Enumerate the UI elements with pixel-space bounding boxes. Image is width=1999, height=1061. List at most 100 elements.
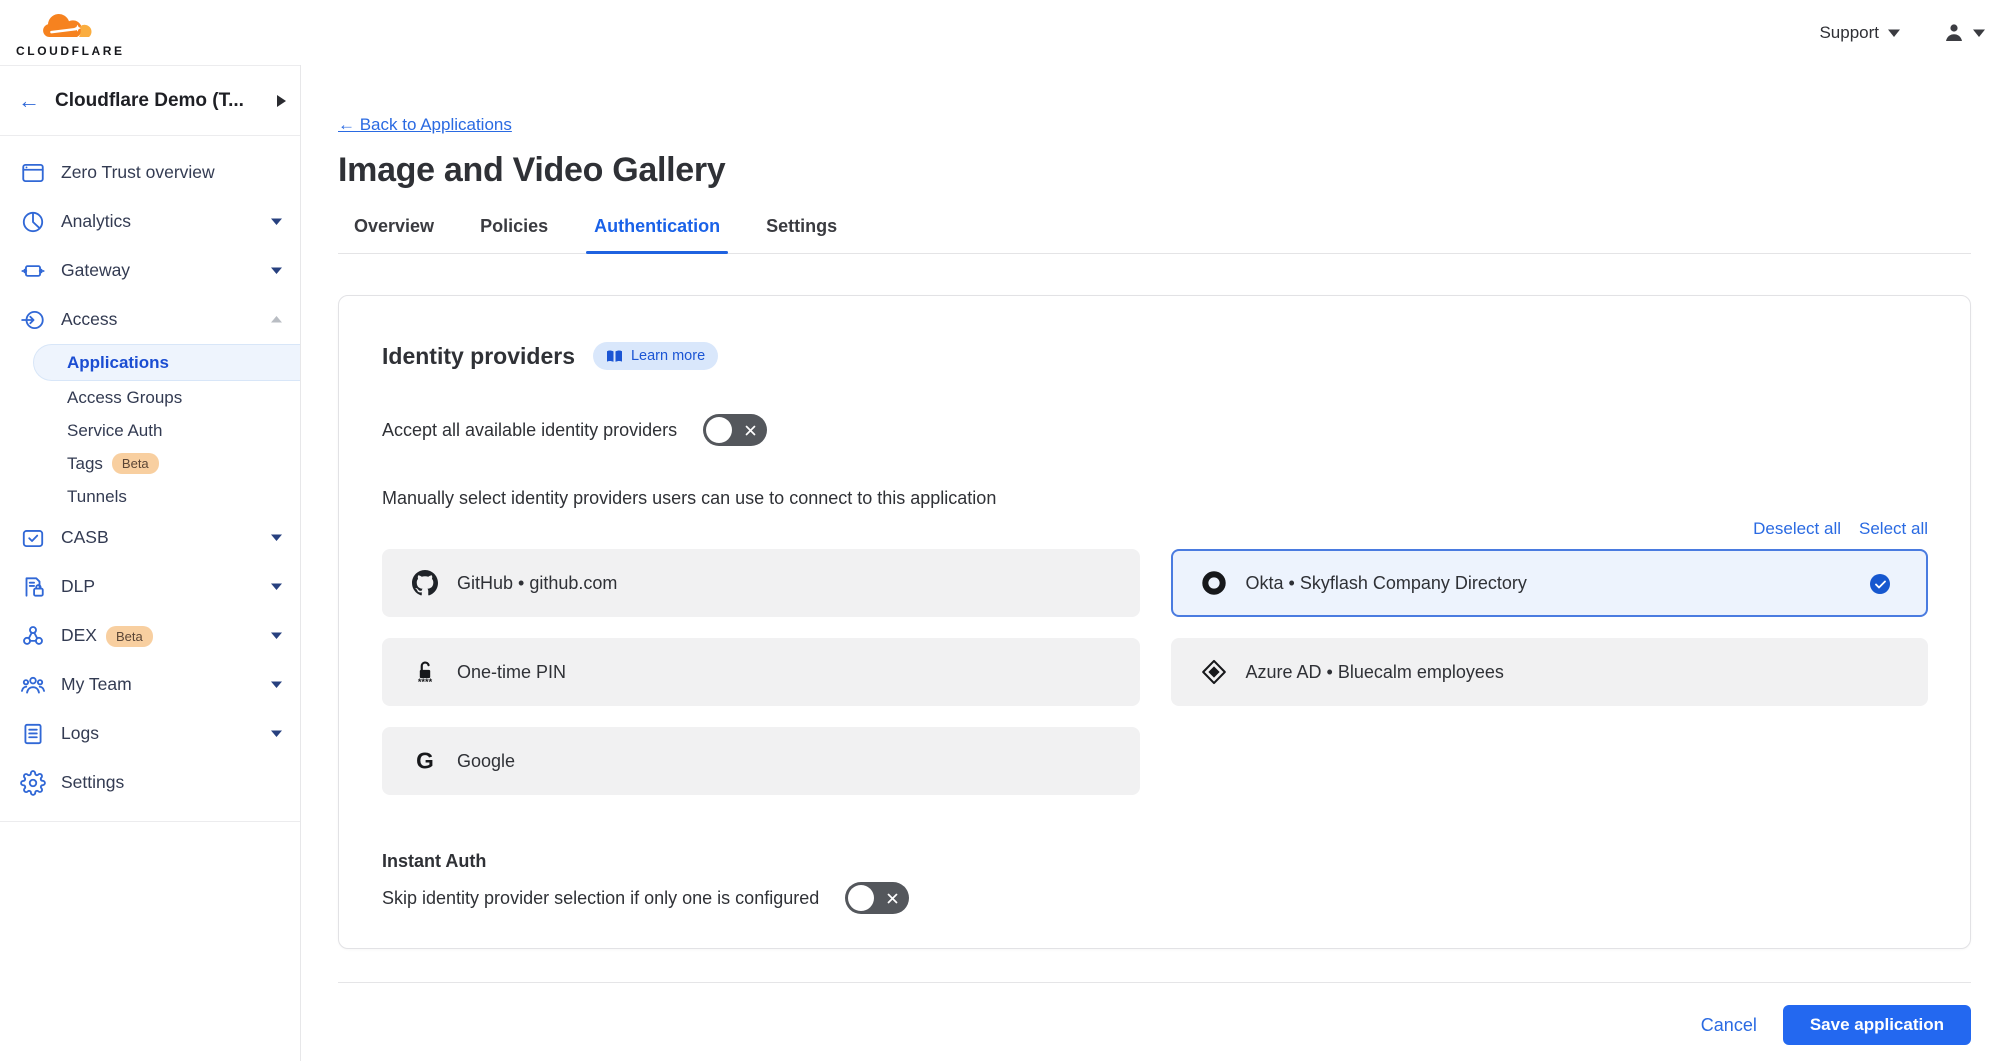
- back-arrow-icon[interactable]: ←: [18, 90, 40, 112]
- instant-auth-label: Skip identity provider selection if only…: [382, 888, 819, 909]
- sidebar-item-applications[interactable]: Applications: [33, 344, 300, 381]
- casb-icon: [20, 525, 46, 551]
- chevron-down-icon: [1973, 29, 1985, 37]
- sidebar-item-access[interactable]: Access: [0, 295, 300, 344]
- user-menu[interactable]: [1944, 23, 1985, 42]
- provider-tile-okta-skyflash-company-directory[interactable]: Okta • Skyflash Company Directory: [1171, 549, 1929, 617]
- x-icon: [886, 892, 899, 905]
- chevron-right-icon[interactable]: [277, 95, 286, 107]
- sidebar-item-casb[interactable]: CASB: [0, 513, 300, 562]
- sidebar-item-analytics[interactable]: Analytics: [0, 197, 300, 246]
- sidebar-item-tunnels[interactable]: Tunnels: [0, 480, 300, 513]
- select-all-link[interactable]: Select all: [1859, 519, 1928, 539]
- tab-settings[interactable]: Settings: [758, 216, 845, 253]
- gateway-icon: [20, 258, 46, 284]
- sidebar-item-my-team[interactable]: My Team: [0, 660, 300, 709]
- login-arrow-icon: [20, 307, 46, 333]
- shell: ← Cloudflare Demo (T... Zero Trust overv…: [0, 65, 1999, 1061]
- cloudflare-cloud-icon: [39, 12, 101, 45]
- sidebar-item-label: Logs: [61, 723, 256, 744]
- account-switcher: ← Cloudflare Demo (T...: [0, 65, 300, 136]
- footer-actions: Cancel Save application: [338, 1005, 1971, 1045]
- divider: [338, 982, 1971, 983]
- beta-badge: Beta: [106, 626, 153, 647]
- provider-tile-one-time-pin[interactable]: ****One-time PIN: [382, 638, 1140, 706]
- instant-auth-toggle[interactable]: [845, 882, 909, 914]
- sidebar-item-logs[interactable]: Logs: [0, 709, 300, 758]
- sidebar-item-label: DLP: [61, 576, 256, 597]
- sidebar-item-gateway[interactable]: Gateway: [0, 246, 300, 295]
- sidebar-item-dex[interactable]: DEXBeta: [0, 611, 300, 660]
- support-label: Support: [1819, 23, 1879, 43]
- chevron-down-icon: [271, 681, 282, 688]
- sidebar-item-label: My Team: [61, 674, 256, 695]
- identity-providers-card: Identity providers Learn more Accept all…: [338, 295, 1971, 949]
- svg-text:****: ****: [418, 677, 433, 685]
- topbar-right: Support: [1819, 23, 1985, 43]
- sidebar-item-dlp[interactable]: DLP: [0, 562, 300, 611]
- card-heading-row: Identity providers Learn more: [382, 342, 1928, 370]
- provider-tile-google[interactable]: G Google: [382, 727, 1140, 795]
- dlp-lock-icon: [20, 574, 46, 600]
- sidebar-item-label: Applications: [67, 353, 169, 373]
- save-application-button[interactable]: Save application: [1783, 1005, 1971, 1045]
- provider-tile-github-github-com[interactable]: GitHub • github.com: [382, 549, 1140, 617]
- sidebar: ← Cloudflare Demo (T... Zero Trust overv…: [0, 65, 301, 1061]
- sidebar-item-label: CASB: [61, 527, 256, 548]
- card-heading: Identity providers: [382, 343, 575, 370]
- pie-chart-icon: [20, 209, 46, 235]
- accept-all-row: Accept all available identity providers: [382, 414, 1928, 446]
- tab-authentication[interactable]: Authentication: [586, 216, 728, 253]
- chevron-down-icon: [271, 730, 282, 737]
- provider-grid: GitHub • github.com Okta • Skyflash Compa…: [382, 549, 1928, 795]
- deselect-all-link[interactable]: Deselect all: [1753, 519, 1841, 539]
- team-icon: [20, 672, 46, 698]
- check-icon: [1870, 574, 1890, 594]
- cancel-button[interactable]: Cancel: [1701, 1015, 1757, 1036]
- learn-more-badge[interactable]: Learn more: [593, 342, 718, 370]
- sidebar-item-label: Access Groups: [67, 388, 182, 408]
- lock-pin-icon: ****: [412, 659, 438, 685]
- chevron-down-icon: [271, 218, 282, 225]
- sidebar-item-label: DEXBeta: [61, 625, 256, 646]
- instant-auth-row: Skip identity provider selection if only…: [382, 882, 1928, 914]
- provider-tile-azure-ad-bluecalm-employees[interactable]: Azure AD • Bluecalm employees: [1171, 638, 1929, 706]
- logs-icon: [20, 721, 46, 747]
- provider-label: Okta • Skyflash Company Directory: [1246, 573, 1527, 594]
- topbar: CLOUDFLARE Support: [0, 0, 1999, 65]
- chevron-down-icon: [1888, 29, 1900, 37]
- chevron-down-icon: [271, 632, 282, 639]
- window-icon: [20, 160, 46, 186]
- back-to-applications-link[interactable]: ← Back to Applications: [338, 115, 512, 135]
- sidebar-item-settings[interactable]: Settings: [0, 758, 300, 807]
- page-title: Image and Video Gallery: [338, 151, 1971, 190]
- provider-label: GitHub • github.com: [457, 573, 617, 594]
- sidebar-item-zero-trust-overview[interactable]: Zero Trust overview: [0, 148, 300, 197]
- sidebar-item-service-auth[interactable]: Service Auth: [0, 414, 300, 447]
- github-icon: [412, 570, 438, 596]
- sidebar-item-tags[interactable]: TagsBeta: [0, 447, 300, 480]
- azure-ad-icon: [1201, 659, 1227, 685]
- okta-icon: [1201, 570, 1227, 596]
- support-menu[interactable]: Support: [1819, 23, 1900, 43]
- svg-text:G: G: [416, 748, 434, 774]
- sidebar-item-label: Analytics: [61, 211, 256, 232]
- select-links: Deselect all Select all: [382, 519, 1928, 539]
- provider-label: Google: [457, 751, 515, 772]
- tab-overview[interactable]: Overview: [346, 216, 442, 253]
- user-icon: [1944, 23, 1964, 42]
- accept-all-toggle[interactable]: [703, 414, 767, 446]
- brand-text: CLOUDFLARE: [16, 44, 125, 58]
- instant-auth-heading: Instant Auth: [382, 851, 1928, 872]
- cloudflare-logo[interactable]: CLOUDFLARE: [16, 12, 125, 58]
- tab-policies[interactable]: Policies: [472, 216, 556, 253]
- chevron-up-icon: [271, 316, 282, 323]
- toggle-knob: [706, 417, 732, 443]
- google-icon: G: [412, 748, 438, 774]
- dex-icon: [20, 623, 46, 649]
- chevron-down-icon: [271, 534, 282, 541]
- sidebar-item-label: Settings: [61, 772, 284, 793]
- chevron-down-icon: [271, 267, 282, 274]
- sidebar-item-access-groups[interactable]: Access Groups: [0, 381, 300, 414]
- learn-more-label: Learn more: [631, 348, 705, 364]
